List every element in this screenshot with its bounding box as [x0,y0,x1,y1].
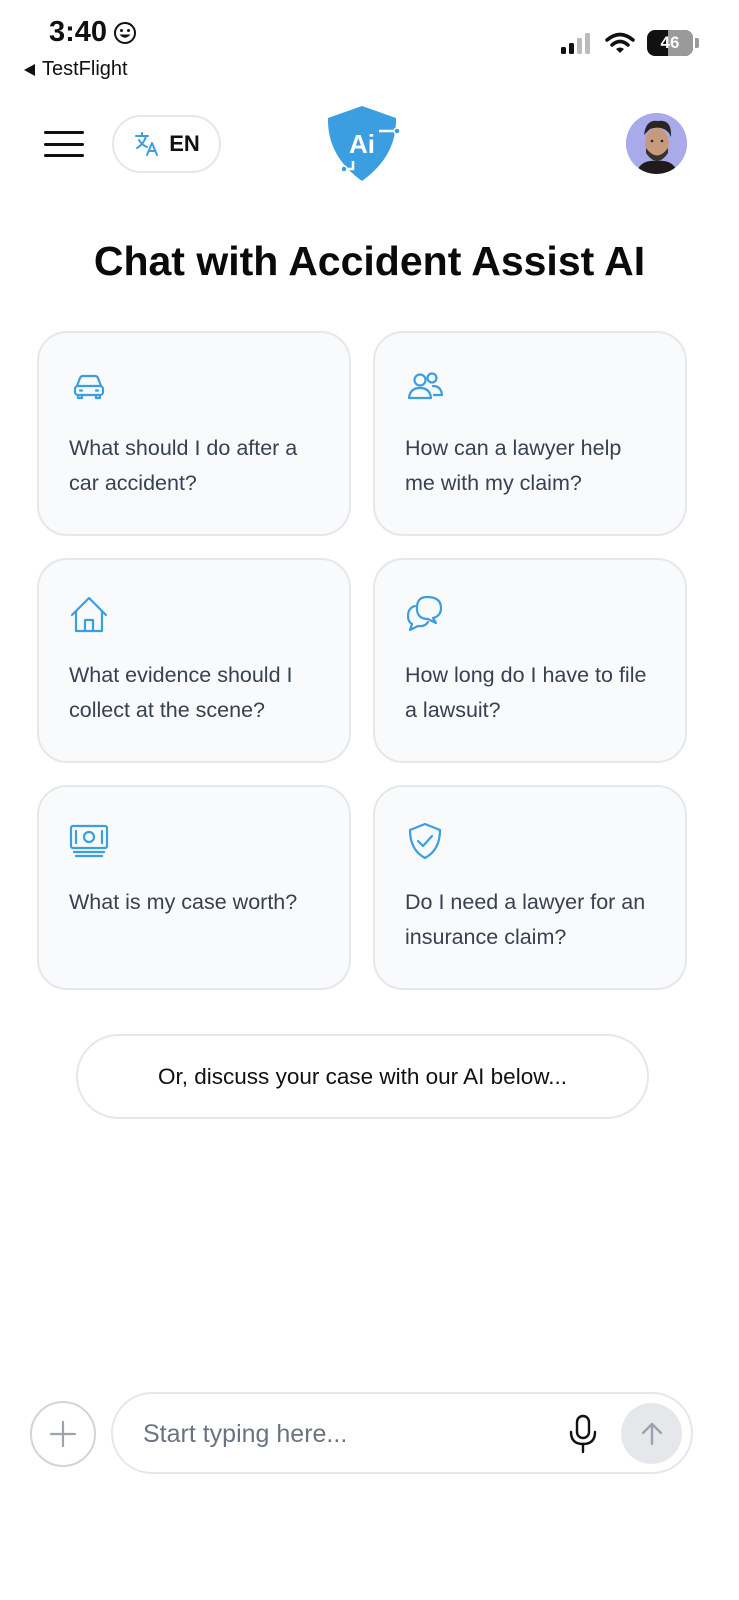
home-icon [70,596,108,633]
status-time: 3:40 [49,16,137,49]
logo-text: Ai [349,129,375,159]
suggestion-text: How long do I have to file a lawsuit? [405,663,647,722]
cellular-signal-icon [561,33,590,54]
suggestion-text: Do I need a lawyer for an insurance clai… [405,890,646,949]
smiley-icon [114,21,137,44]
avatar-image [626,113,687,174]
page-title: Chat with Accident Assist AI [93,238,646,284]
suggestion-card-lawsuit-deadline[interactable]: How long do I have to file a lawsuit? [373,558,687,763]
battery-level: 46 [660,33,680,52]
car-icon [73,374,105,400]
discuss-with-ai-prompt: Or, discuss your case with our AI below.… [76,1034,649,1119]
hamburger-menu-button[interactable] [44,131,84,157]
plus-icon [49,1420,77,1448]
accident-assist-logo[interactable]: Ai [323,104,401,184]
suggestion-card-evidence[interactable]: What evidence should I collect at the sc… [37,558,351,763]
chat-bubbles-icon [406,595,443,632]
suggestion-card-car-accident[interactable]: What should I do after a car accident? [37,331,351,536]
suggestion-text: What evidence should I collect at the sc… [69,663,293,722]
language-selector-button[interactable]: EN [112,115,221,173]
language-code: EN [169,131,200,156]
menu-line [44,131,84,134]
suggestion-card-lawyer-help[interactable]: How can a lawyer help me with my claim? [373,331,687,536]
menu-line [44,154,84,157]
translate-icon [135,132,159,156]
wifi-icon [605,32,635,53]
send-button[interactable] [621,1403,682,1464]
suggestion-text: What is my case worth? [69,890,298,914]
battery-indicator: 46 [647,30,693,56]
menu-line [44,142,84,146]
message-composer [111,1392,693,1474]
status-indicators: 46 [561,30,699,56]
status-time-label: 3:40 [49,16,108,48]
microphone-icon[interactable] [565,1414,601,1454]
shield-check-icon [408,822,442,860]
suggestion-card-case-worth[interactable]: What is my case worth? [37,785,351,990]
suggestion-card-insurance-claim[interactable]: Do I need a lawyer for an insurance clai… [373,785,687,990]
battery-tip [695,38,699,48]
suggestion-text: What should I do after a car accident? [69,436,298,495]
back-to-app-link[interactable]: TestFlight [24,58,128,81]
user-avatar[interactable] [626,113,687,174]
banknote-icon [69,824,109,858]
message-input[interactable] [143,1412,543,1456]
back-app-label: TestFlight [42,58,128,80]
add-attachment-button[interactable] [30,1401,96,1467]
users-icon [407,372,444,400]
back-arrow-icon [24,63,35,76]
arrow-up-icon [641,1422,662,1445]
suggestion-text: How can a lawyer help me with my claim? [405,436,622,495]
